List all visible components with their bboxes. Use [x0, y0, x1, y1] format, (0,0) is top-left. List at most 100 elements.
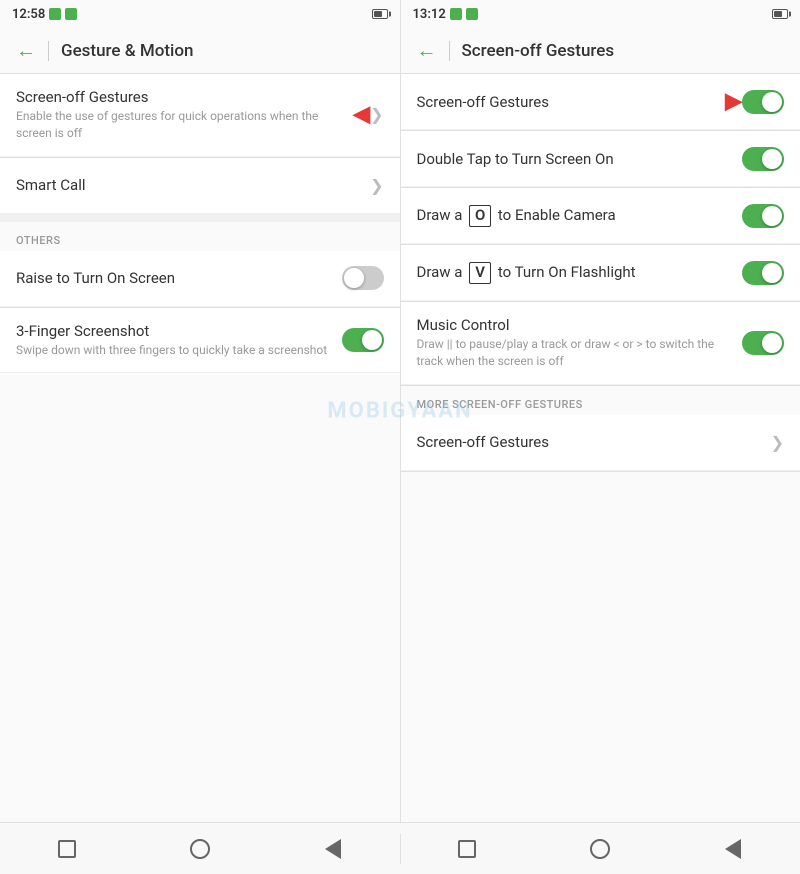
- right-notif-icon2: [466, 8, 478, 20]
- right-main-toggle-item[interactable]: Screen-off Gestures ▶: [401, 74, 800, 130]
- left-battery-icon: [372, 9, 388, 19]
- left-notif-icon: [49, 8, 61, 20]
- right-header: ← Screen-off Gestures: [401, 28, 800, 74]
- left-nav-circle[interactable]: [186, 835, 214, 863]
- right-music-text: Music Control Draw || to pause/play a tr…: [417, 316, 743, 370]
- left-3finger-item[interactable]: 3-Finger Screenshot Swipe down with thre…: [0, 308, 400, 374]
- left-time: 12:58: [12, 7, 45, 22]
- triangle-icon: [325, 839, 341, 859]
- left-3finger-title: 3-Finger Screenshot: [16, 322, 342, 340]
- left-nav-section: [0, 835, 400, 863]
- left-3finger-subtitle: Swipe down with three fingers to quickly…: [16, 342, 342, 359]
- right-double-tap-toggle[interactable]: [742, 147, 784, 171]
- circle-icon: [190, 839, 210, 859]
- right-music-toggle[interactable]: [742, 331, 784, 355]
- right-flashlight-text: Draw a V to Turn On Flashlight: [417, 262, 743, 284]
- right-double-tap-text: Double Tap to Turn Screen On: [417, 150, 743, 168]
- right-triangle-icon: [725, 839, 741, 859]
- left-3finger-text: 3-Finger Screenshot Swipe down with thre…: [16, 322, 342, 359]
- left-raise-title: Raise to Turn On Screen: [16, 269, 342, 287]
- right-more-screen-off-title: Screen-off Gestures: [417, 433, 771, 451]
- right-flashlight-prefix: Draw a: [417, 263, 467, 281]
- left-nav-square[interactable]: [53, 835, 81, 863]
- left-screen-off-subtitle: Enable the use of gestures for quick ope…: [16, 108, 353, 142]
- left-smart-call-title: Smart Call: [16, 176, 370, 194]
- left-raise-toggle[interactable]: [342, 266, 384, 290]
- right-back-button[interactable]: ←: [417, 38, 437, 63]
- left-raise-item[interactable]: Raise to Turn On Screen: [0, 251, 400, 307]
- right-flashlight-item[interactable]: Draw a V to Turn On Flashlight: [401, 245, 800, 301]
- right-music-toggle-knob: [762, 333, 782, 353]
- right-camera-text: Draw a O to Enable Camera: [417, 205, 743, 227]
- right-camera-prefix: Draw a: [417, 206, 467, 224]
- left-header: ← Gesture & Motion: [0, 28, 400, 74]
- left-back-button[interactable]: ←: [16, 38, 36, 63]
- left-screen-off-gestures-item[interactable]: Screen-off Gestures Enable the use of ge…: [0, 74, 400, 157]
- right-flashlight-toggle[interactable]: [742, 261, 784, 285]
- right-double-tap-toggle-knob: [762, 149, 782, 169]
- right-time: 13:12: [413, 7, 446, 22]
- right-nav-circle[interactable]: [586, 835, 614, 863]
- left-raise-toggle-knob: [344, 268, 364, 288]
- left-smart-call-item[interactable]: Smart Call ❯: [0, 158, 400, 214]
- left-header-title: Gesture & Motion: [61, 41, 193, 61]
- left-nav-triangle[interactable]: [319, 835, 347, 863]
- right-double-tap-title: Double Tap to Turn Screen On: [417, 150, 743, 168]
- left-smart-call-chevron: ❯: [370, 176, 383, 195]
- left-screen-off-text: Screen-off Gestures Enable the use of ge…: [16, 88, 353, 142]
- right-nav-section: [401, 835, 800, 863]
- right-content: Screen-off Gestures ▶ Double Tap to Turn…: [401, 74, 800, 822]
- right-music-item[interactable]: Music Control Draw || to pause/play a tr…: [401, 302, 800, 385]
- right-flashlight-letter: V: [469, 262, 491, 284]
- right-more-screen-off-item[interactable]: Screen-off Gestures ❯: [401, 415, 800, 471]
- right-flashlight-suffix: to Turn On Flashlight: [498, 263, 636, 281]
- right-camera-letter: O: [469, 205, 491, 227]
- right-camera-toggle[interactable]: [742, 204, 784, 228]
- right-square-icon: [458, 840, 476, 858]
- left-smart-call-text: Smart Call: [16, 176, 370, 194]
- left-raise-text: Raise to Turn On Screen: [16, 269, 342, 287]
- right-more-label: MORE SCREEN-OFF GESTURES: [401, 386, 800, 415]
- left-status-bar: 12:58: [0, 0, 400, 28]
- right-status-right: [772, 9, 788, 19]
- left-content: Screen-off Gestures Enable the use of ge…: [0, 74, 400, 822]
- right-music-subtitle: Draw || to pause/play a track or draw < …: [417, 336, 743, 370]
- right-camera-suffix: to Enable Camera: [498, 206, 616, 224]
- left-status-right: [372, 9, 388, 19]
- left-screen-off-title: Screen-off Gestures: [16, 88, 353, 106]
- right-circle-icon: [590, 839, 610, 859]
- right-more-screen-off-text: Screen-off Gestures: [417, 433, 771, 451]
- right-nav-triangle[interactable]: [719, 835, 747, 863]
- right-header-title: Screen-off Gestures: [462, 41, 615, 61]
- right-status-time-area: 13:12: [413, 7, 478, 22]
- right-main-toggle[interactable]: [742, 90, 784, 114]
- left-screen: 12:58 ← Gesture & Motion Screen-off Gest…: [0, 0, 401, 822]
- square-icon: [58, 840, 76, 858]
- left-group-divider: [0, 214, 400, 222]
- right-battery-icon: [772, 9, 788, 19]
- left-status-time-area: 12:58: [12, 7, 77, 22]
- right-red-arrow: ▶: [725, 89, 742, 114]
- right-flashlight-toggle-knob: [762, 263, 782, 283]
- right-main-toggle-label: Screen-off Gestures: [417, 93, 726, 111]
- nav-bar: [0, 822, 800, 874]
- right-screen: 13:12 ← Screen-off Gestures Screen-off G…: [401, 0, 800, 822]
- right-camera-toggle-knob: [762, 206, 782, 226]
- right-status-bar: 13:12: [401, 0, 800, 28]
- left-3finger-toggle-knob: [362, 330, 382, 350]
- right-double-tap-item[interactable]: Double Tap to Turn Screen On: [401, 131, 800, 187]
- right-divider-5: [401, 471, 800, 472]
- right-nav-square[interactable]: [453, 835, 481, 863]
- right-music-title: Music Control: [417, 316, 743, 334]
- left-others-label: OTHERS: [0, 222, 400, 251]
- right-main-toggle-knob: [762, 92, 782, 112]
- right-camera-item[interactable]: Draw a O to Enable Camera: [401, 188, 800, 244]
- left-header-divider: [48, 41, 49, 61]
- left-notif-icon2: [65, 8, 77, 20]
- right-camera-title: Draw a O to Enable Camera: [417, 205, 743, 227]
- right-header-divider: [449, 41, 450, 61]
- right-main-toggle-text: Screen-off Gestures: [417, 93, 726, 111]
- right-notif-icon: [450, 8, 462, 20]
- left-3finger-toggle[interactable]: [342, 328, 384, 352]
- left-red-arrow: ◀: [353, 102, 370, 127]
